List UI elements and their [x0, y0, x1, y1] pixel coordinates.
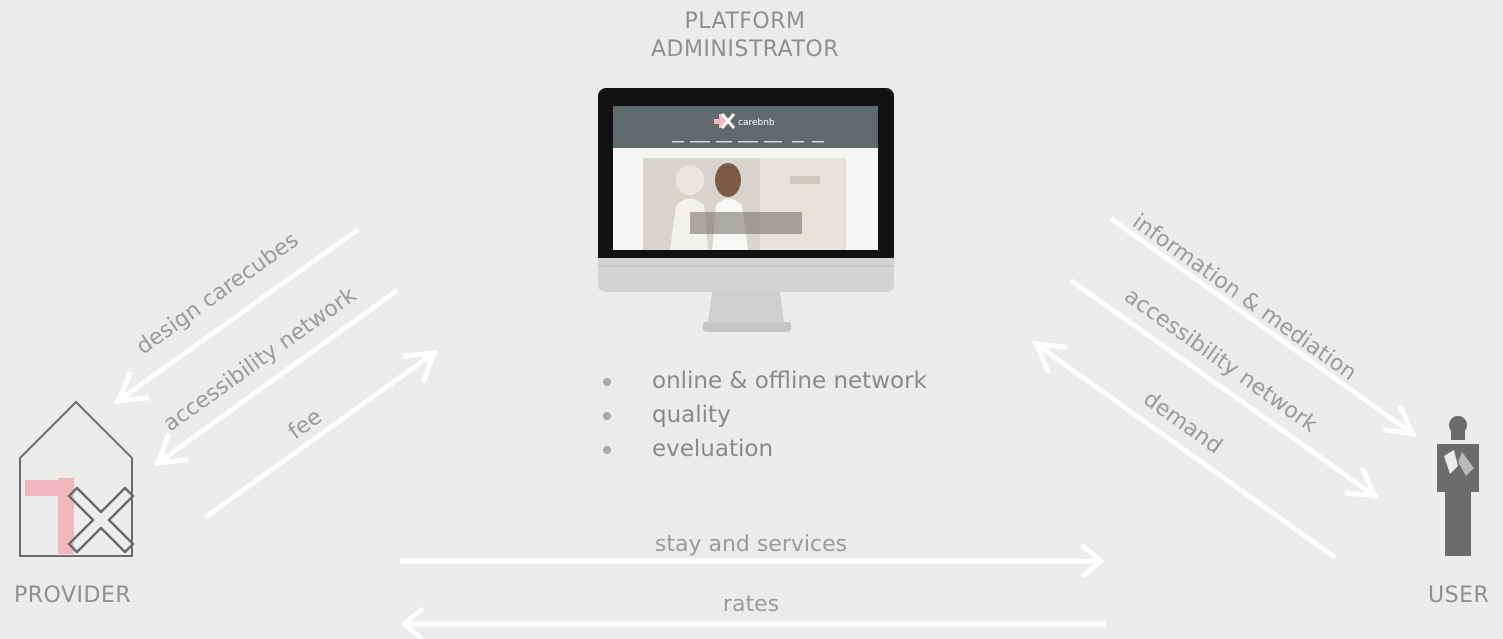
provider-label: PROVIDER	[14, 583, 132, 608]
feature-item: eveluation	[600, 432, 927, 466]
feature-item: quality	[600, 398, 927, 432]
website-brand: carebnb	[738, 118, 775, 128]
arrowhead-accessibility-right	[1344, 466, 1380, 499]
monitor-icon: carebnb	[598, 88, 894, 332]
user-person-icon	[1437, 416, 1479, 556]
arrowhead-demand	[1031, 341, 1067, 375]
provider-house-icon	[19, 400, 135, 557]
label-rates: rates	[723, 592, 779, 617]
arrow-accessibility-right	[1069, 278, 1379, 500]
arrow-demand	[1032, 340, 1337, 560]
label-information: information & mediation	[1128, 210, 1361, 386]
website-nav	[672, 141, 824, 143]
flow-diagram: carebnb design carecubes accessibility n…	[19, 88, 1479, 639]
feature-item: online & offline network	[600, 364, 927, 398]
monitor-chin	[598, 258, 894, 292]
monitor-base	[702, 322, 792, 332]
arrowhead-information	[1383, 404, 1418, 438]
website-hero-photo	[643, 158, 846, 250]
arrowhead-design-carecubes	[113, 370, 149, 404]
label-stay-services: stay and services	[655, 532, 847, 557]
user-label: USER	[1428, 583, 1490, 608]
features-list: online & offline network quality eveluat…	[600, 364, 927, 466]
monitor-stand	[708, 292, 784, 322]
label-fee: fee	[284, 404, 327, 445]
